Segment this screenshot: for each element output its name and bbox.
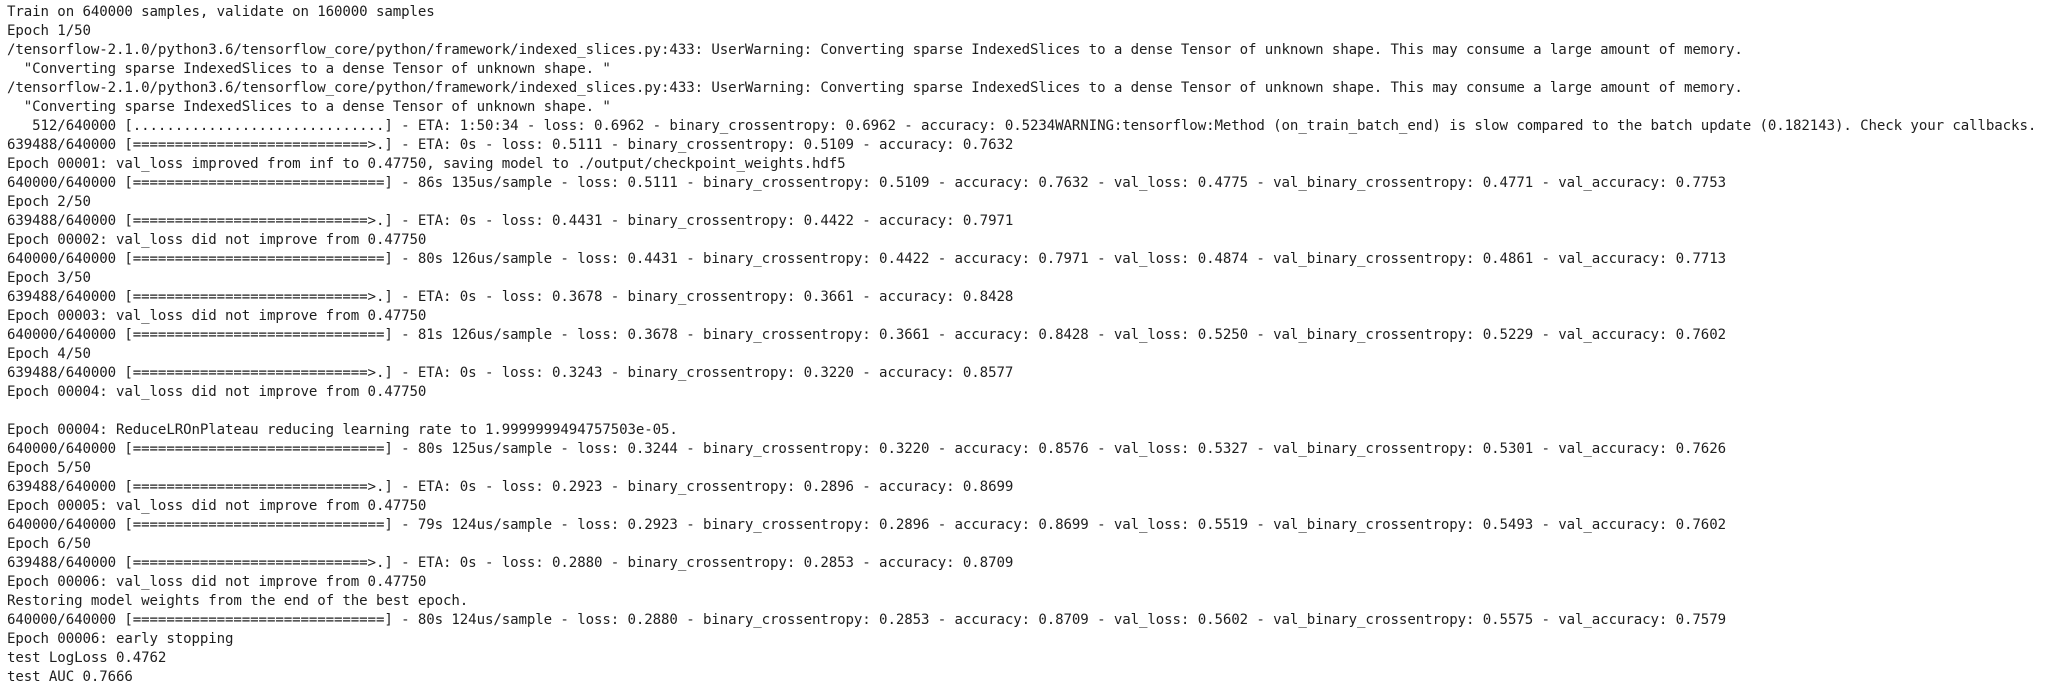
log-line: Epoch 00003: val_loss did not improve fr… <box>7 308 427 324</box>
log-line: Epoch 00002: val_loss did not improve fr… <box>7 232 427 248</box>
log-line-progress: 640000/640000 [=========================… <box>7 175 1726 191</box>
log-line: Restoring model weights from the end of … <box>7 593 469 609</box>
log-line-progress: 640000/640000 [=========================… <box>7 327 1726 343</box>
log-line: Epoch 5/50 <box>7 460 91 476</box>
log-line-blank <box>7 402 2067 421</box>
log-line: Epoch 6/50 <box>7 536 91 552</box>
log-line-progress: 639488/640000 [=========================… <box>7 555 1014 571</box>
log-line: Epoch 00006: val_loss did not improve fr… <box>7 574 427 590</box>
log-line: Epoch 2/50 <box>7 194 91 210</box>
log-line: Train on 640000 samples, validate on 160… <box>7 4 435 20</box>
log-line-progress: 640000/640000 [=========================… <box>7 441 1726 457</box>
terminal-output: Train on 640000 samples, validate on 160… <box>0 0 2067 689</box>
log-line-progress: 639488/640000 [=========================… <box>7 213 1014 229</box>
log-line: Epoch 00004: ReduceLROnPlateau reducing … <box>7 422 678 438</box>
log-line-result: test AUC 0.7666 <box>7 669 133 685</box>
log-line: Epoch 4/50 <box>7 346 91 362</box>
log-line-warning: /tensorflow-2.1.0/python3.6/tensorflow_c… <box>7 42 1743 58</box>
log-line-progress: 640000/640000 [=========================… <box>7 612 1726 628</box>
log-line-progress: 512/640000 [............................… <box>7 118 2037 134</box>
log-line-progress: 639488/640000 [=========================… <box>7 365 1014 381</box>
log-line-warning: "Converting sparse IndexedSlices to a de… <box>7 61 611 77</box>
log-line-progress: 640000/640000 [=========================… <box>7 251 1726 267</box>
log-line-progress: 640000/640000 [=========================… <box>7 517 1726 533</box>
log-line-warning: "Converting sparse IndexedSlices to a de… <box>7 99 611 115</box>
log-line: Epoch 3/50 <box>7 270 91 286</box>
log-line: Epoch 00006: early stopping <box>7 631 234 647</box>
log-line-progress: 639488/640000 [=========================… <box>7 479 1014 495</box>
log-line-progress: 639488/640000 [=========================… <box>7 289 1014 305</box>
log-line-progress: 639488/640000 [=========================… <box>7 137 1014 153</box>
log-line-warning: /tensorflow-2.1.0/python3.6/tensorflow_c… <box>7 80 1743 96</box>
log-line: Epoch 1/50 <box>7 23 91 39</box>
log-line: Epoch 00005: val_loss did not improve fr… <box>7 498 427 514</box>
log-line-result: test LogLoss 0.4762 <box>7 650 167 666</box>
log-line: Epoch 00004: val_loss did not improve fr… <box>7 384 427 400</box>
log-line: Epoch 00001: val_loss improved from inf … <box>7 156 846 172</box>
